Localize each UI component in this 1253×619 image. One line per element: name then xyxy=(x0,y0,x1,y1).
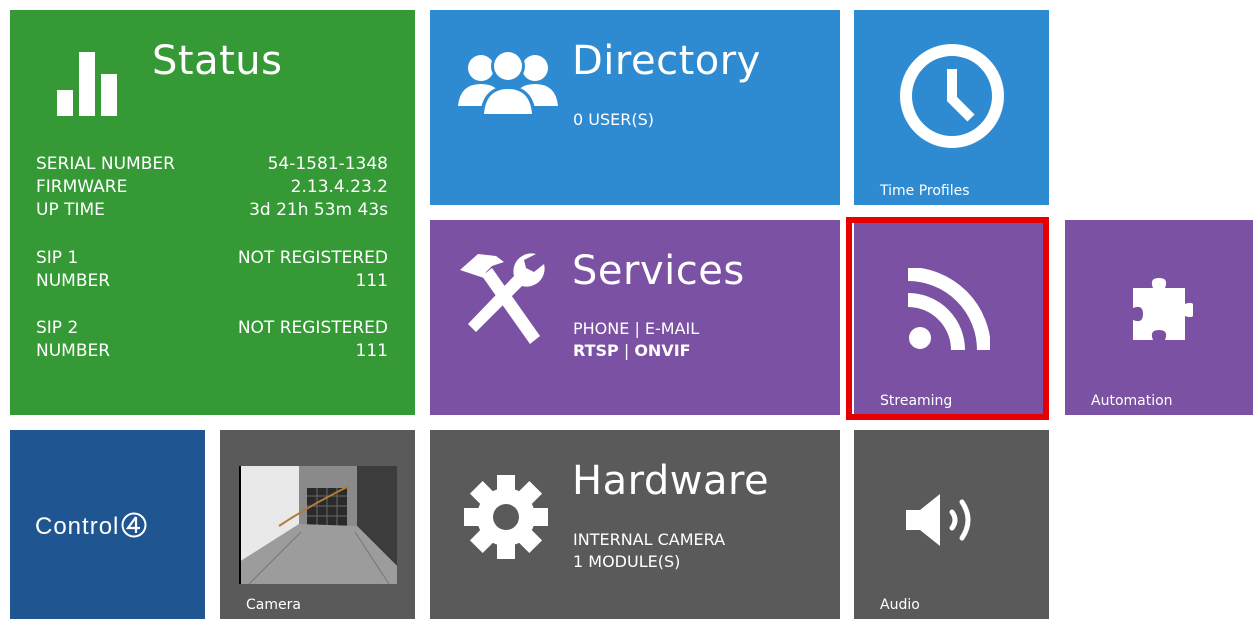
directory-title: Directory xyxy=(572,38,761,84)
sip1-number-label: NUMBER xyxy=(36,271,111,291)
rss-icon xyxy=(908,268,990,350)
status-tile[interactable]: Status SERIAL NUMBER 54-1581-1348 FIRMWA… xyxy=(10,10,415,415)
services-title: Services xyxy=(572,248,745,294)
uptime-row: UP TIME 3d 21h 53m 43s xyxy=(36,199,388,222)
services-separator: | xyxy=(618,341,635,360)
sip2-status: NOT REGISTERED xyxy=(237,318,388,338)
tools-icon xyxy=(460,253,545,344)
services-tile[interactable]: Services PHONE | E-MAIL RTSP | ONVIF xyxy=(430,220,840,415)
uptime-label: UP TIME xyxy=(36,200,105,220)
directory-tile[interactable]: Directory 0 USER(S) xyxy=(430,10,840,205)
status-title: Status xyxy=(152,38,283,84)
gear-icon xyxy=(464,475,548,559)
firmware-value: 2.13.4.23.2 xyxy=(290,177,388,197)
hardware-tile[interactable]: Hardware INTERNAL CAMERA 1 MODULE(S) xyxy=(430,430,840,619)
control4-logo: Control xyxy=(35,512,147,541)
automation-tile[interactable]: Automation xyxy=(1065,220,1253,415)
firmware-label: FIRMWARE xyxy=(36,177,128,197)
sip1-row: SIP 1 NOT REGISTERED xyxy=(36,247,388,270)
rtsp-label: RTSP xyxy=(573,341,619,360)
audio-tile[interactable]: Audio xyxy=(854,430,1049,619)
streaming-tile[interactable]: Streaming xyxy=(854,220,1049,415)
serial-value: 54-1581-1348 xyxy=(267,154,388,174)
sip1-number-row: NUMBER 111 xyxy=(36,270,388,293)
directory-users: 0 USER(S) xyxy=(573,110,654,129)
users-icon xyxy=(458,50,558,116)
control4-tile[interactable]: Control xyxy=(10,430,205,619)
sip1-number-value: 111 xyxy=(355,271,388,291)
serial-label: SERIAL NUMBER xyxy=(36,154,175,174)
hardware-line2: 1 MODULE(S) xyxy=(573,552,681,571)
streaming-label: Streaming xyxy=(880,393,953,409)
clock-icon xyxy=(900,44,1004,148)
sip2-row: SIP 2 NOT REGISTERED xyxy=(36,317,388,340)
serial-row: SERIAL NUMBER 54-1581-1348 xyxy=(36,153,388,176)
automation-label: Automation xyxy=(1091,393,1173,409)
sip2-number-value: 111 xyxy=(355,341,388,361)
uptime-value: 3d 21h 53m 43s xyxy=(249,200,388,220)
sip2-number-row: NUMBER 111 xyxy=(36,340,388,363)
speaker-icon xyxy=(906,494,971,546)
sip2-label: SIP 2 xyxy=(36,318,79,338)
firmware-row: FIRMWARE 2.13.4.23.2 xyxy=(36,176,388,199)
camera-label: Camera xyxy=(246,597,301,613)
onvif-label: ONVIF xyxy=(634,341,691,360)
sip1-label: SIP 1 xyxy=(36,248,79,268)
camera-preview xyxy=(239,466,397,584)
sip2-number-label: NUMBER xyxy=(36,341,111,361)
control4-text: Control xyxy=(35,513,120,540)
sip1-status: NOT REGISTERED xyxy=(237,248,388,268)
audio-label: Audio xyxy=(880,597,920,613)
hardware-title: Hardware xyxy=(572,458,770,504)
control4-4-icon xyxy=(121,512,147,538)
services-line2: RTSP | ONVIF xyxy=(573,340,691,362)
time-profiles-label: Time Profiles xyxy=(880,183,970,199)
puzzle-icon xyxy=(1133,278,1193,340)
hardware-line1: INTERNAL CAMERA xyxy=(573,530,726,549)
services-line1: PHONE | E-MAIL xyxy=(573,319,700,338)
camera-tile[interactable]: Camera xyxy=(220,430,415,619)
bar-chart-icon xyxy=(57,52,117,116)
time-profiles-tile[interactable]: Time Profiles xyxy=(854,10,1049,205)
camera-image xyxy=(239,466,397,584)
